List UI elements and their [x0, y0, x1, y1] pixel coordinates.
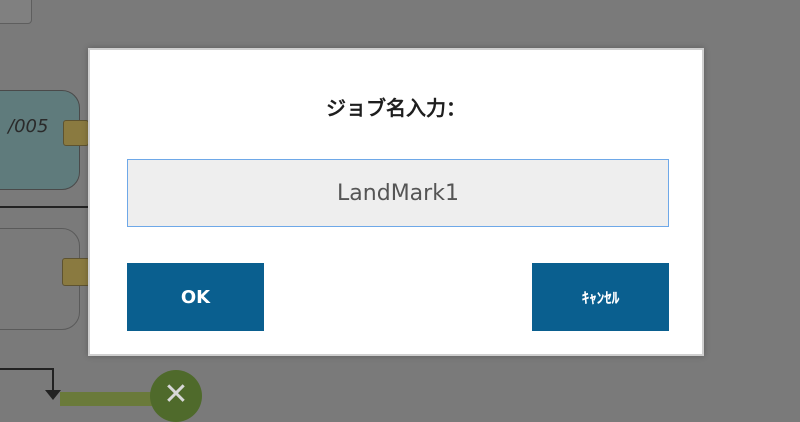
background-node-top — [0, 0, 32, 24]
background-job-node-1-label: /005 — [8, 116, 49, 137]
job-node-icon — [63, 120, 89, 146]
arrow-down-icon — [45, 390, 61, 400]
ok-button[interactable]: OK — [127, 263, 264, 331]
dialog-title: ジョブ名入力： — [326, 96, 466, 120]
connector-line — [0, 206, 90, 208]
hierarchy-icon — [62, 258, 90, 286]
job-name-input[interactable] — [127, 159, 669, 227]
close-circle-icon: ✕ — [150, 370, 202, 422]
job-name-dialog: ジョブ名入力： OK ｷｬﾝｾﾙ — [88, 48, 704, 356]
cancel-button[interactable]: ｷｬﾝｾﾙ — [532, 263, 669, 331]
connector-line-horizontal — [0, 368, 54, 370]
background-green-bar — [60, 392, 160, 406]
